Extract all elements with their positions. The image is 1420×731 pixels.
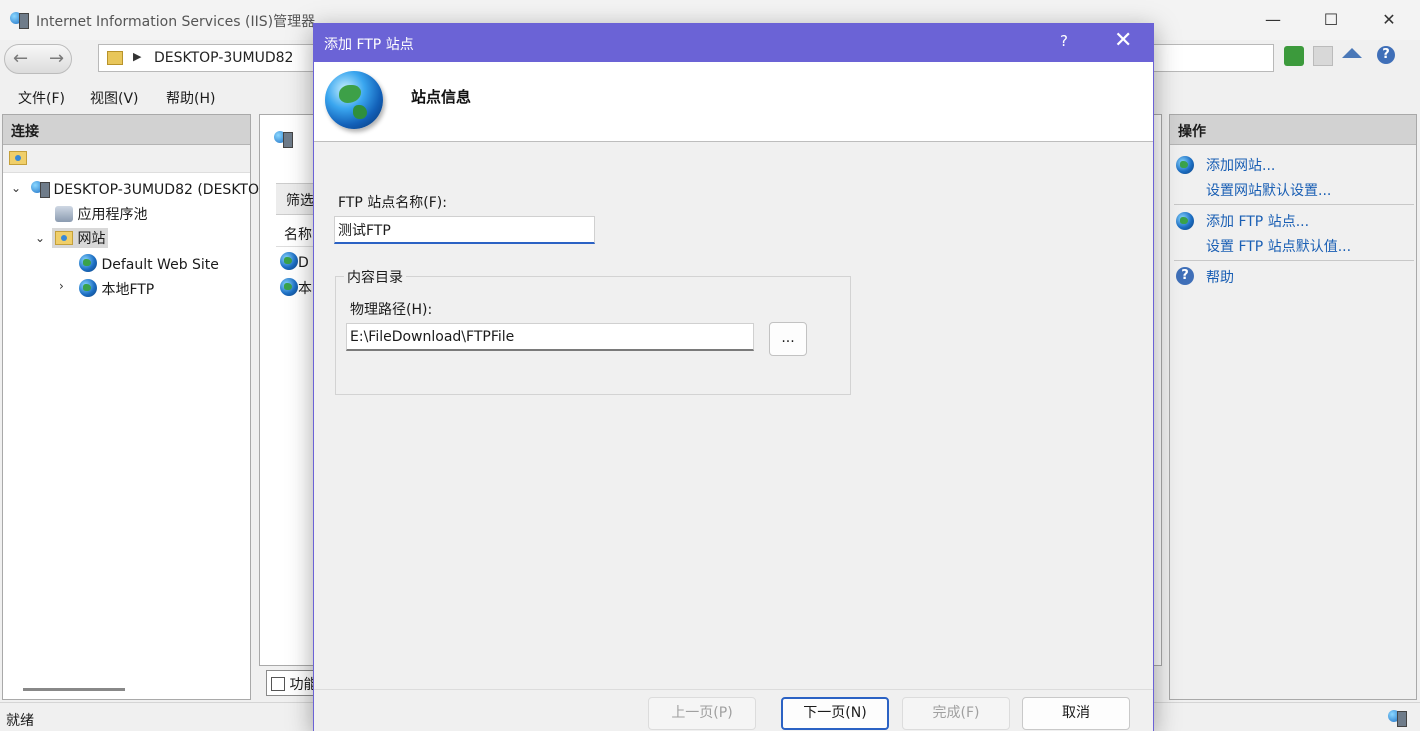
list-item-label: D	[298, 255, 309, 271]
sites-folder-icon	[55, 231, 73, 245]
actions-divider	[1174, 260, 1414, 261]
physical-path-input[interactable]	[346, 323, 754, 351]
ftp-globe-icon	[79, 279, 97, 297]
list-item[interactable]: 本	[280, 278, 312, 298]
horizontal-scrollbar[interactable]	[23, 688, 125, 691]
breadcrumb-server[interactable]: DESKTOP-3UMUD82	[154, 50, 293, 66]
connections-pane: 连接 ⌄ DESKTOP-3UMUD82 (DESKTOP-3UMUD82\ 应…	[2, 114, 347, 700]
actions-divider	[1174, 204, 1414, 205]
tree-sites[interactable]: 网站	[52, 228, 109, 248]
tree-app-pools[interactable]: 应用程序池	[55, 204, 147, 224]
home-icon[interactable]	[1342, 48, 1362, 58]
ftp-site-defaults-link[interactable]: 设置 FTP 站点默认值...	[1206, 236, 1351, 256]
nav-buttons: ← →	[4, 44, 72, 74]
dialog-title: 添加 FTP 站点	[324, 37, 414, 53]
help-link[interactable]: 帮助	[1206, 267, 1234, 287]
add-ftp-site-link[interactable]: 添加 FTP 站点...	[1206, 211, 1309, 231]
tree-app-pools-label: 应用程序池	[77, 207, 148, 223]
page-title: 站点信息	[411, 88, 472, 106]
add-site-icon	[1176, 156, 1194, 174]
status-text: 就绪	[6, 713, 34, 729]
dialog-help-button[interactable]: ?	[1060, 32, 1068, 50]
actions-header: 操作	[1170, 115, 1416, 145]
tree-default-web-site-label: Default Web Site	[101, 257, 219, 273]
minimize-button[interactable]: —	[1244, 0, 1302, 40]
connections-header: 连接	[3, 115, 250, 145]
finish-button[interactable]: 完成(F)	[902, 697, 1010, 730]
next-button[interactable]: 下一页(N)	[781, 697, 889, 730]
add-ftp-site-dialog: 添加 FTP 站点 ? ✕ 站点信息 FTP 站点名称(F): 内容目录 物理路…	[313, 23, 1154, 731]
expand-local-ftp-icon[interactable]: ›	[59, 279, 64, 293]
tree-default-web-site[interactable]: Default Web Site	[79, 254, 219, 273]
content-directory-label: 内容目录	[344, 267, 406, 287]
maximize-button[interactable]: ☐	[1302, 0, 1360, 40]
connect-icon[interactable]	[9, 151, 27, 165]
previous-button[interactable]: 上一页(P)	[648, 697, 756, 730]
server-icon	[31, 179, 50, 198]
tree-sites-label: 网站	[77, 231, 106, 247]
dialog-footer-divider	[314, 689, 1153, 690]
site-name-input[interactable]	[334, 216, 595, 244]
menu-help[interactable]: 帮助(H)	[166, 88, 215, 108]
add-ftp-site-icon	[1176, 212, 1194, 230]
status-server-icon	[1388, 708, 1407, 727]
site-name-label: FTP 站点名称(F):	[338, 195, 447, 211]
tree-local-ftp-label: 本地FTP	[101, 282, 155, 298]
folder-icon	[107, 51, 123, 65]
dialog-header: 站点信息	[314, 62, 1153, 142]
ftp-globe-icon	[280, 278, 298, 296]
site-globe-icon	[79, 254, 97, 272]
expand-sites-icon[interactable]: ⌄	[35, 231, 45, 245]
tree-local-ftp[interactable]: 本地FTP	[79, 279, 154, 299]
features-view-icon	[271, 677, 285, 691]
dialog-titlebar: 添加 FTP 站点 ? ✕	[314, 24, 1153, 62]
menu-view[interactable]: 视图(V)	[90, 88, 139, 108]
stop-icon[interactable]	[1313, 46, 1333, 66]
globe-icon	[325, 71, 383, 129]
menu-file[interactable]: 文件(F)	[18, 88, 65, 108]
close-button[interactable]: ✕	[1360, 0, 1418, 40]
list-item[interactable]: D	[280, 252, 309, 271]
dialog-close-button[interactable]: ✕	[1114, 28, 1132, 53]
website-defaults-link[interactable]: 设置网站默认设置...	[1206, 180, 1331, 200]
iis-app-icon	[10, 10, 30, 30]
connections-toolbar	[3, 145, 250, 173]
actions-pane: 操作 添加网站... 设置网站默认设置... 添加 FTP 站点... 设置 F…	[1169, 114, 1417, 700]
app-pool-icon	[55, 206, 73, 222]
expand-server-icon[interactable]: ⌄	[11, 181, 21, 195]
physical-path-label: 物理路径(H):	[350, 302, 433, 318]
window-title: Internet Information Services (IIS)管理器	[36, 14, 316, 30]
refresh-icon[interactable]	[1284, 46, 1304, 66]
cancel-button[interactable]: 取消	[1022, 697, 1130, 730]
site-globe-icon	[280, 252, 298, 270]
back-arrow-icon[interactable]: ←	[13, 48, 28, 69]
page-server-icon	[274, 129, 314, 169]
list-item-label: 本	[298, 281, 312, 297]
breadcrumb-separator-icon[interactable]: ▶	[133, 50, 141, 63]
add-website-link[interactable]: 添加网站...	[1206, 155, 1275, 175]
help-icon: ?	[1176, 267, 1194, 285]
help-menu-icon[interactable]: ?	[1377, 46, 1395, 64]
forward-arrow-icon[interactable]: →	[49, 48, 64, 69]
browse-button[interactable]: ...	[769, 322, 807, 356]
